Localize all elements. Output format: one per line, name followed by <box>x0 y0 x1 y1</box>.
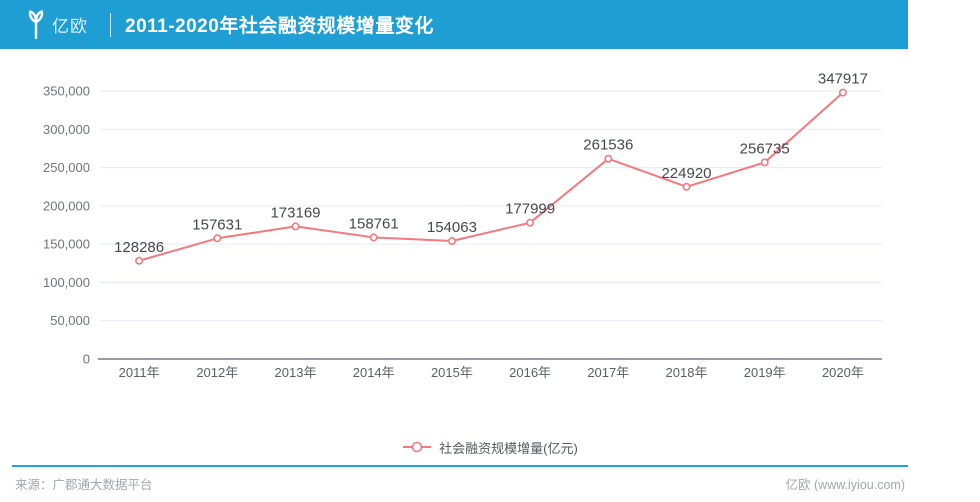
y-axis-label: 150,000 <box>43 237 90 252</box>
x-axis-label: 2014年 <box>353 365 395 380</box>
x-axis-label: 2016年 <box>509 365 551 380</box>
x-axis-label: 2012年 <box>196 365 238 380</box>
x-axis-label: 2013年 <box>275 365 317 380</box>
data-point-label: 256735 <box>740 140 790 157</box>
data-point-label: 154063 <box>427 219 477 236</box>
x-axis-label: 2018年 <box>666 365 708 380</box>
yiou-logo-icon <box>28 9 44 39</box>
data-point-marker[interactable] <box>682 182 691 191</box>
data-point-marker[interactable] <box>526 218 535 227</box>
legend-marker-icon <box>403 441 432 453</box>
data-point-label: 173169 <box>270 204 320 221</box>
x-axis-label: 2017年 <box>587 365 629 380</box>
legend[interactable]: 社会融资规模增量(亿元) <box>0 437 980 457</box>
series-line <box>138 91 844 262</box>
y-axis-label: 300,000 <box>43 122 90 137</box>
data-point-marker[interactable] <box>447 237 456 246</box>
footer-credit-text: 亿欧 (www.iyiou.com) <box>785 478 905 492</box>
line-chart: 0 50,000 100,000 150,000 200,000 250,000 300,0… <box>43 71 882 380</box>
logo: 亿欧 <box>24 9 88 40</box>
legend-label: 社会融资规模增量(亿元) <box>439 440 578 456</box>
x-axis-label: 2019年 <box>744 365 786 380</box>
page: 0 50,000 100,000 150,000 200,000 250,000 300,0… <box>0 0 980 502</box>
x-axis-label: 2011年 <box>119 365 160 380</box>
data-point-label: 177999 <box>505 201 555 218</box>
data-point-marker[interactable] <box>760 158 769 167</box>
logo-text: 亿欧 <box>52 17 88 36</box>
x-axis-label: 2020年 <box>822 365 864 380</box>
data-point-marker[interactable] <box>291 222 300 231</box>
data-point-label: 261536 <box>583 137 633 154</box>
y-axis-label: 50,000 <box>50 313 90 328</box>
header-bar: 亿欧 2011-2020年社会融资规模增量变化 <box>0 0 908 49</box>
footer-source-text: 来源：广郡通大数据平台 <box>15 478 153 492</box>
header-divider <box>110 12 111 37</box>
x-axis-label: 2015年 <box>431 365 473 380</box>
y-axis-label: 350,000 <box>43 84 90 99</box>
data-point-label: 157631 <box>192 216 242 233</box>
data-point-label: 224920 <box>661 165 711 182</box>
data-point-label: 158761 <box>349 215 399 232</box>
data-point-marker[interactable] <box>604 154 613 163</box>
y-axis-label: 100,000 <box>43 275 90 290</box>
footer-divider-line <box>12 465 908 467</box>
data-point-marker[interactable] <box>369 233 378 242</box>
data-point-marker[interactable] <box>213 234 222 243</box>
data-point-label: 347917 <box>818 71 868 88</box>
page-title: 2011-2020年社会融资规模增量变化 <box>125 16 434 37</box>
y-axis-label: 200,000 <box>43 198 90 213</box>
data-point-label: 128286 <box>114 239 164 256</box>
data-point-marker[interactable] <box>838 88 847 97</box>
y-axis-label: 0 <box>83 352 90 367</box>
y-axis-label: 250,000 <box>43 160 90 175</box>
data-point-marker[interactable] <box>135 256 144 265</box>
